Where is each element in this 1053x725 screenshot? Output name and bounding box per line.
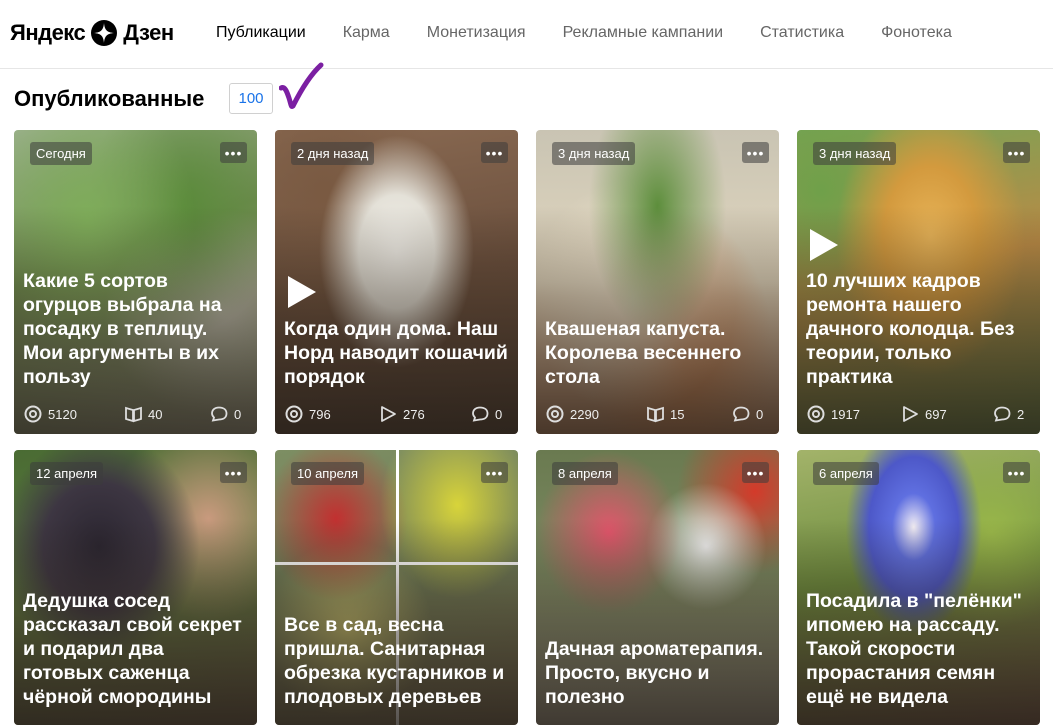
- card-more-button[interactable]: •••: [1003, 462, 1030, 483]
- play-icon: [810, 229, 838, 261]
- views-stat: 796: [285, 405, 331, 423]
- card-stats: 1917 697 2: [807, 405, 1030, 423]
- plays-stat: 697: [901, 405, 947, 423]
- main-nav: Публикации Карма Монетизация Рекламные к…: [216, 24, 989, 42]
- views-icon: [24, 405, 42, 423]
- publication-card[interactable]: 8 апреля ••• Дачная ароматерапия. Просто…: [536, 450, 779, 725]
- card-date: 3 дня назад: [552, 142, 636, 165]
- publication-card[interactable]: 12 апреля ••• Дедушка сосед рассказал св…: [14, 450, 257, 725]
- publication-card[interactable]: Сегодня ••• Какие 5 сортов огурцов выбра…: [14, 130, 257, 434]
- views-count: 1917: [831, 406, 860, 422]
- publication-card[interactable]: 10 апреля ••• Все в сад, весна пришла. С…: [275, 450, 518, 725]
- plays-count: 697: [925, 406, 947, 422]
- reads-count: 15: [670, 406, 685, 422]
- views-icon: [807, 405, 825, 423]
- card-date: 10 апреля: [291, 462, 364, 485]
- card-stats: 5120 40 0: [24, 405, 247, 423]
- card-more-button[interactable]: •••: [481, 462, 508, 483]
- card-date: 8 апреля: [552, 462, 618, 485]
- publication-card[interactable]: 2 дня назад ••• Когда один дома. Наш Нор…: [275, 130, 518, 434]
- views-icon: [285, 405, 303, 423]
- top-bar: Яндекс Дзен Публикации Карма Монетизация…: [0, 0, 1053, 69]
- card-title: Какие 5 сортов огурцов выбрала на посадк…: [23, 270, 222, 388]
- card-title: Квашеная капуста. Королева весеннего сто…: [545, 318, 742, 388]
- views-count: 2290: [570, 406, 599, 422]
- views-stat: 2290: [546, 405, 599, 423]
- card-more-button[interactable]: •••: [220, 462, 247, 483]
- reads-stat: 15: [646, 405, 684, 423]
- plays-count: 276: [403, 406, 425, 422]
- play-count-icon: [903, 406, 918, 422]
- publication-card[interactable]: 3 дня назад ••• Квашеная капуста. Короле…: [536, 130, 779, 434]
- card-title: Дачная ароматерапия. Просто, вкусно и по…: [545, 638, 764, 708]
- card-more-button[interactable]: •••: [1003, 142, 1030, 163]
- publication-card[interactable]: 6 апреля ••• Посадила в "пелёнки" ипомею…: [797, 450, 1040, 725]
- card-title: Посадила в "пелёнки" ипомею на рассаду. …: [806, 590, 1022, 708]
- card-stats: 796 276 0: [285, 405, 508, 423]
- card-title: Дедушка сосед рассказал свой секрет и по…: [23, 590, 242, 708]
- card-title: Когда один дома. Наш Норд наводит кошачи…: [284, 318, 508, 388]
- card-date: 3 дня назад: [813, 142, 897, 165]
- logo-text-zen: Дзен: [123, 20, 174, 45]
- views-stat: 5120: [24, 405, 77, 423]
- card-date: Сегодня: [30, 142, 92, 165]
- book-icon: [647, 406, 664, 423]
- card-more-button[interactable]: •••: [742, 142, 769, 163]
- comments-stat: 0: [210, 405, 241, 423]
- comments-count: 0: [756, 406, 764, 422]
- views-stat: 1917: [807, 405, 860, 423]
- views-count: 796: [309, 406, 331, 422]
- card-more-button[interactable]: •••: [742, 462, 769, 483]
- views-count: 5120: [48, 406, 77, 422]
- plays-stat: 276: [379, 405, 425, 423]
- card-date: 2 дня назад: [291, 142, 375, 165]
- reads-stat: 40: [124, 405, 162, 423]
- book-icon: [125, 406, 142, 423]
- comments-count: 0: [234, 406, 242, 422]
- play-count-icon: [381, 406, 396, 422]
- card-date: 12 апреля: [30, 462, 103, 485]
- logo-text: Яндекс: [10, 20, 86, 45]
- comment-icon: [211, 406, 228, 422]
- nav-ad-campaigns[interactable]: Рекламные кампании: [563, 24, 723, 42]
- reads-count: 40: [148, 406, 163, 422]
- card-more-button[interactable]: •••: [220, 142, 247, 163]
- play-icon: [288, 276, 316, 308]
- comments-count: 2: [1017, 406, 1025, 422]
- nav-statistics[interactable]: Статистика: [760, 24, 844, 42]
- yandex-zen-logo[interactable]: Яндекс Дзен: [10, 20, 174, 46]
- card-title: 10 лучших кадров ремонта нашего дачного …: [806, 270, 1015, 388]
- comment-icon: [994, 406, 1011, 422]
- publication-count-badge: 100: [229, 83, 273, 114]
- card-stats: 2290 15 0: [546, 405, 769, 423]
- comments-stat: 0: [471, 405, 502, 423]
- comments-count: 0: [495, 406, 503, 422]
- card-title: Все в сад, весна пришла. Санитарная обре…: [284, 614, 505, 708]
- nav-publications[interactable]: Публикации: [216, 24, 306, 42]
- comments-stat: 0: [732, 405, 763, 423]
- section-title: Опубликованные: [14, 86, 205, 111]
- zen-star-icon: [91, 20, 118, 46]
- nav-phonoteka[interactable]: Фонотека: [881, 24, 952, 42]
- card-more-button[interactable]: •••: [481, 142, 508, 163]
- comments-stat: 2: [993, 405, 1024, 423]
- publication-card[interactable]: 3 дня назад ••• 10 лучших кадров ремонта…: [797, 130, 1040, 434]
- comment-icon: [472, 406, 489, 422]
- comment-icon: [733, 406, 750, 422]
- views-icon: [546, 405, 564, 423]
- handwritten-checkmark-icon: [279, 62, 324, 109]
- nav-monetization[interactable]: Монетизация: [427, 24, 526, 42]
- card-date: 6 апреля: [813, 462, 879, 485]
- nav-karma[interactable]: Карма: [343, 24, 390, 42]
